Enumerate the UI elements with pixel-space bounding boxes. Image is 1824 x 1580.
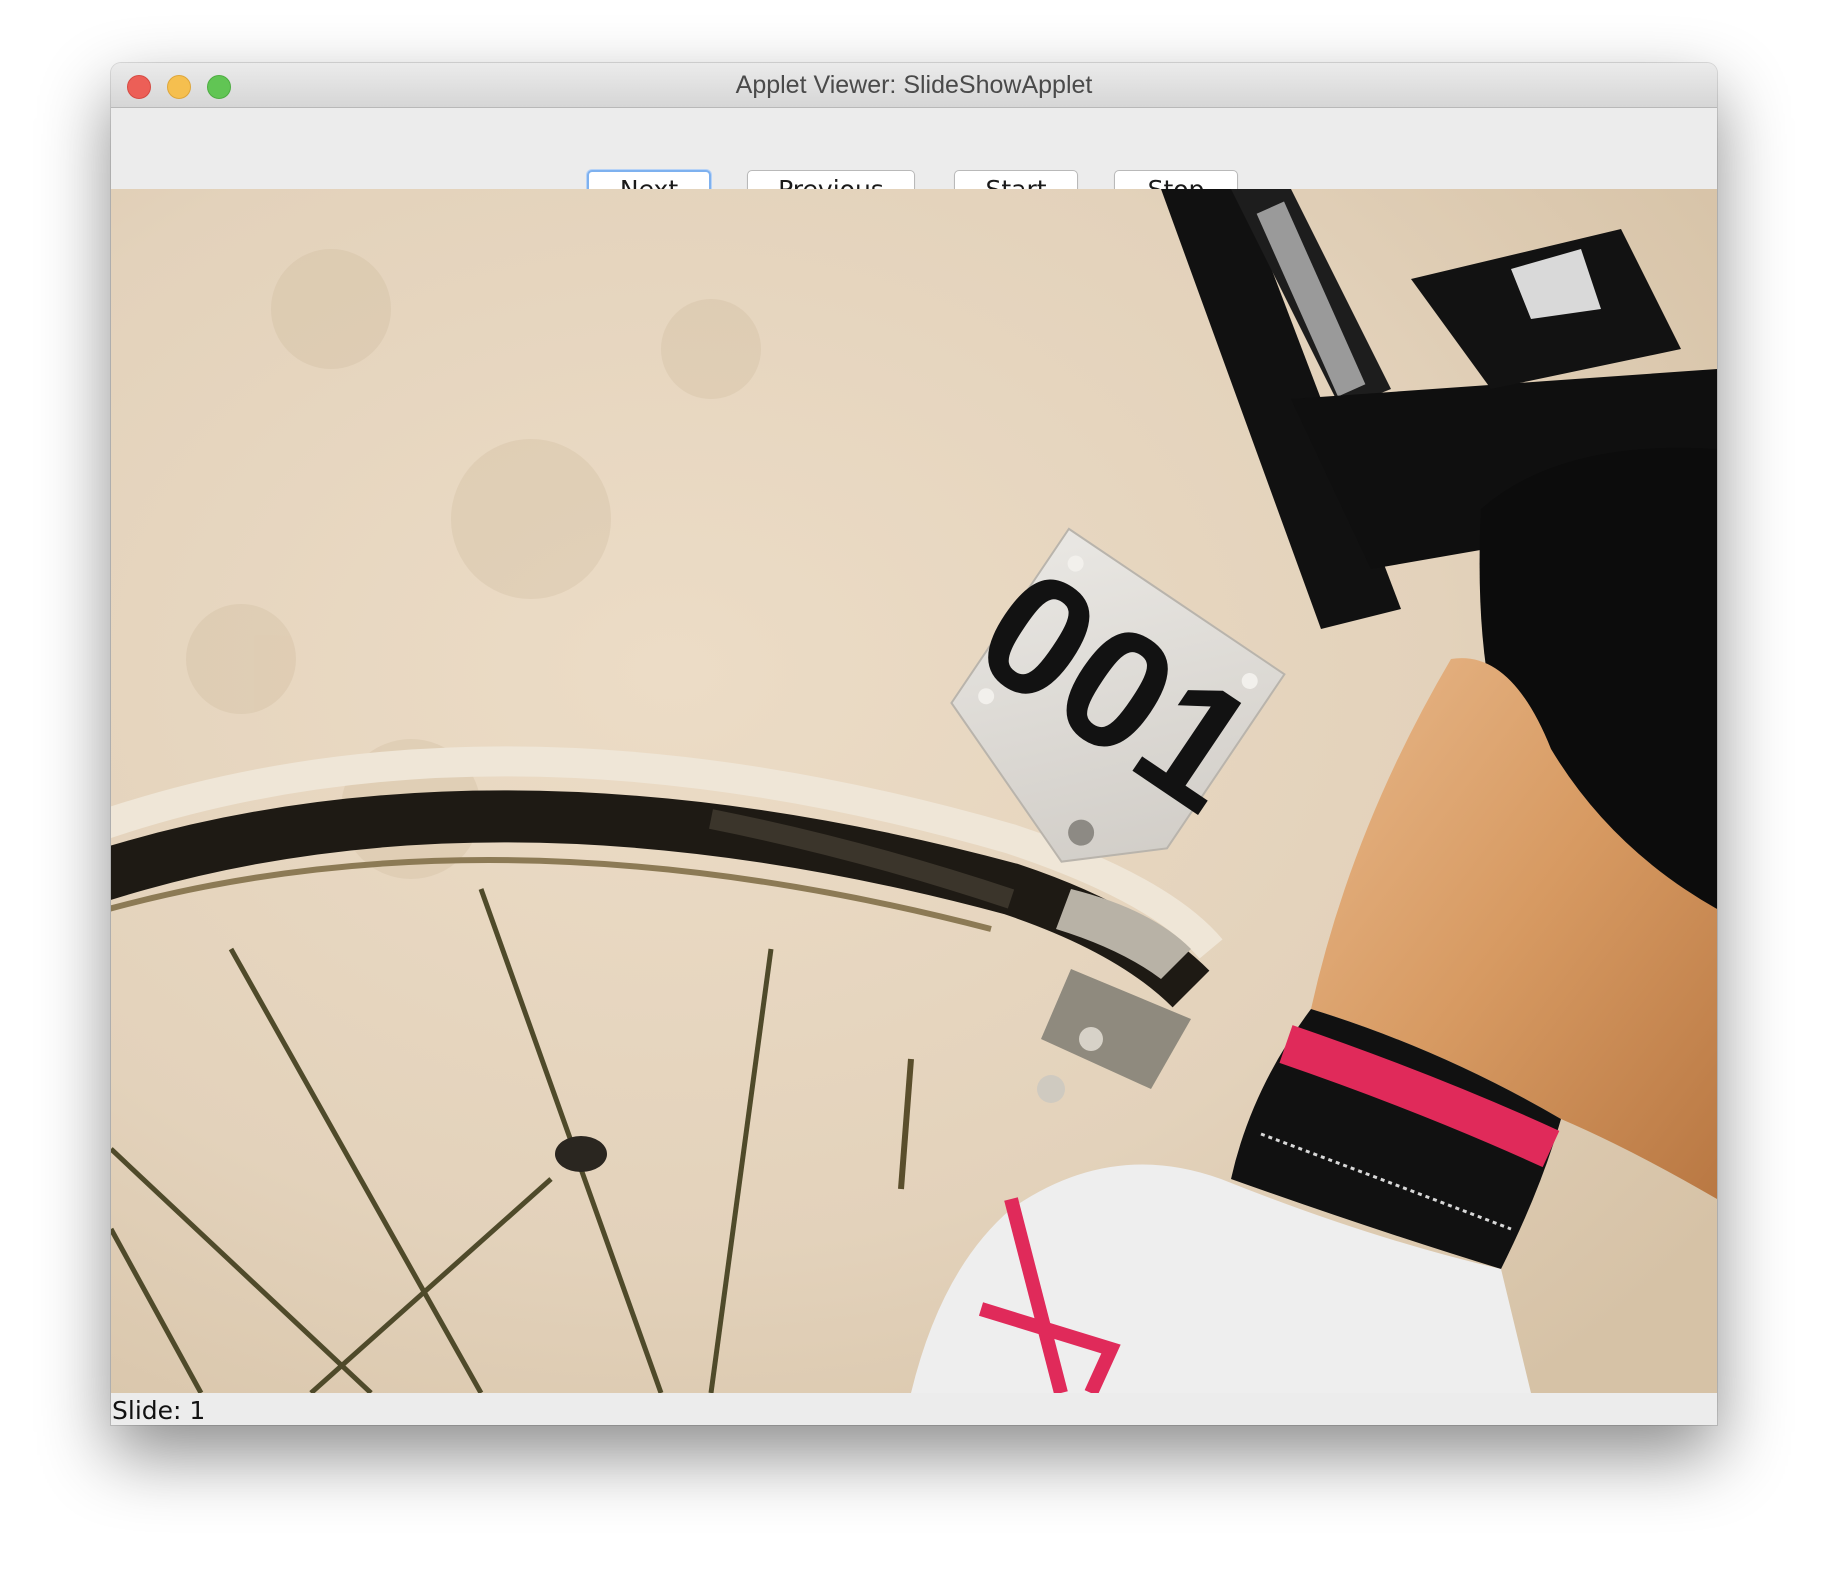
slide-photo-cyclist: 001 (111, 189, 1717, 1393)
applet-viewer-window: Applet Viewer: SlideShowApplet Next Prev… (111, 63, 1717, 1425)
slide-counter: Slide: 1 (112, 1396, 206, 1425)
title-bar[interactable]: Applet Viewer: SlideShowApplet (111, 63, 1717, 108)
window-title: Applet Viewer: SlideShowApplet (735, 71, 1093, 99)
slide-image: 001 (111, 189, 1717, 1393)
status-bar: Slide: 1 (111, 1393, 1717, 1425)
